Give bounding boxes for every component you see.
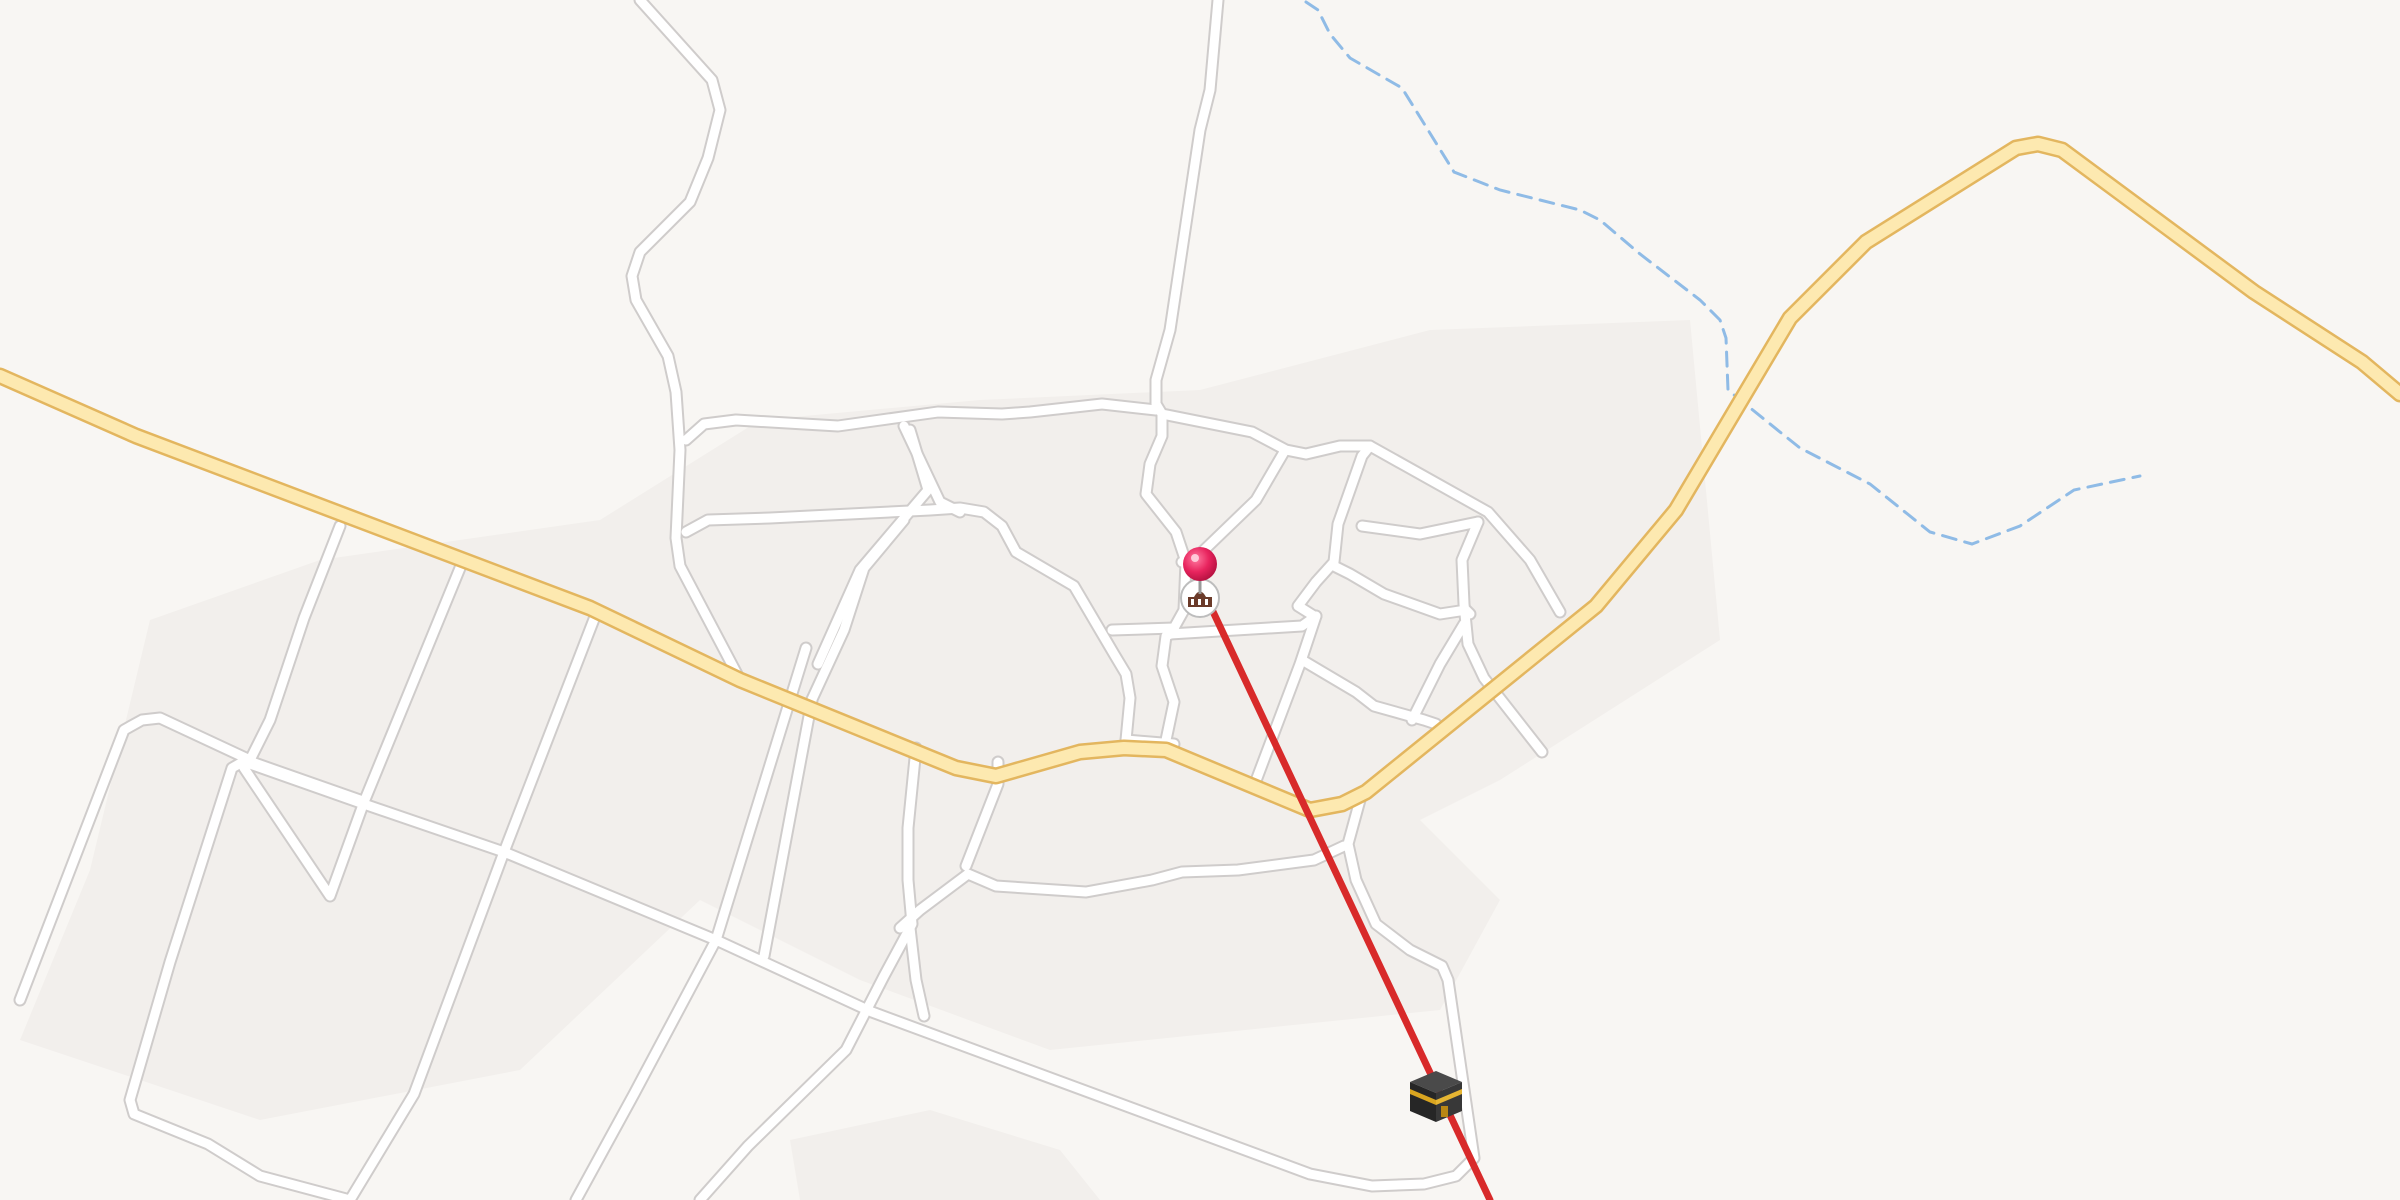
urban-area: [790, 1110, 1100, 1200]
map-svg[interactable]: [0, 0, 2400, 1200]
map-canvas[interactable]: [0, 0, 2400, 1200]
kaaba-icon[interactable]: [1410, 1071, 1462, 1122]
